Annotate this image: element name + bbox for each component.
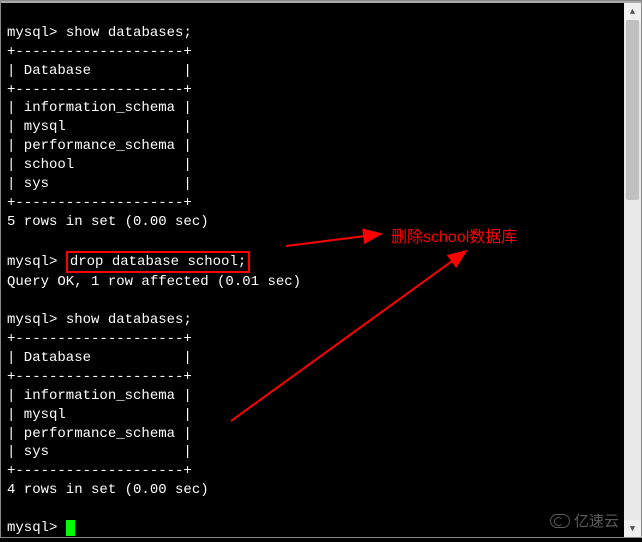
cmd-line[interactable]: mysql> [7,520,75,536]
mysql-prompt: mysql> [7,25,57,41]
command-text: drop database school; [70,254,246,270]
cmd-line: mysql> show databases; [7,312,192,328]
table-row: | performance_schema | [7,426,192,442]
table-row: | sys | [7,176,192,192]
table-row: | school | [7,157,192,173]
scrollbar[interactable]: ▲ ▼ [624,3,641,537]
highlighted-command: drop database school; [66,251,250,274]
table-border: +--------------------+ [7,44,192,60]
terminal-output: mysql> show databases; +----------------… [1,1,641,542]
table-border: +--------------------+ [7,331,192,347]
mysql-prompt: mysql> [7,520,57,536]
scrollbar-track[interactable] [624,20,641,520]
table-border: +--------------------+ [7,463,192,479]
table-row: | information_schema | [7,100,192,116]
table-header: | Database | [7,63,192,79]
watermark-icon [550,514,570,528]
table-row: | mysql | [7,407,192,423]
result-footer: 5 rows in set (0.00 sec) [7,214,209,230]
table-row: | sys | [7,444,192,460]
watermark: 亿速云 [550,510,619,531]
cursor [66,520,75,536]
table-border: +--------------------+ [7,82,192,98]
scroll-down-button[interactable]: ▼ [624,520,641,537]
command-text: show databases; [66,312,192,328]
table-border: +--------------------+ [7,195,192,211]
query-result: Query OK, 1 row affected (0.01 sec) [7,274,301,290]
window-frame [1,1,641,3]
cmd-line: mysql> show databases; [7,25,192,41]
annotation-text: 删除school数据库 [391,229,517,246]
annotation-label: 删除school数据库 [391,223,517,247]
table-border: +--------------------+ [7,369,192,385]
mysql-prompt: mysql> [7,312,57,328]
mysql-prompt: mysql> [7,254,57,270]
table-row: | mysql | [7,119,192,135]
table-header: | Database | [7,350,192,366]
table-row: | information_schema | [7,388,192,404]
cmd-line: mysql> drop database school; [7,254,250,270]
table-row: | performance_schema | [7,138,192,154]
watermark-text: 亿速云 [574,510,619,531]
result-footer: 4 rows in set (0.00 sec) [7,482,209,498]
scroll-up-button[interactable]: ▲ [624,3,641,20]
scrollbar-thumb[interactable] [626,20,639,200]
command-text: show databases; [66,25,192,41]
